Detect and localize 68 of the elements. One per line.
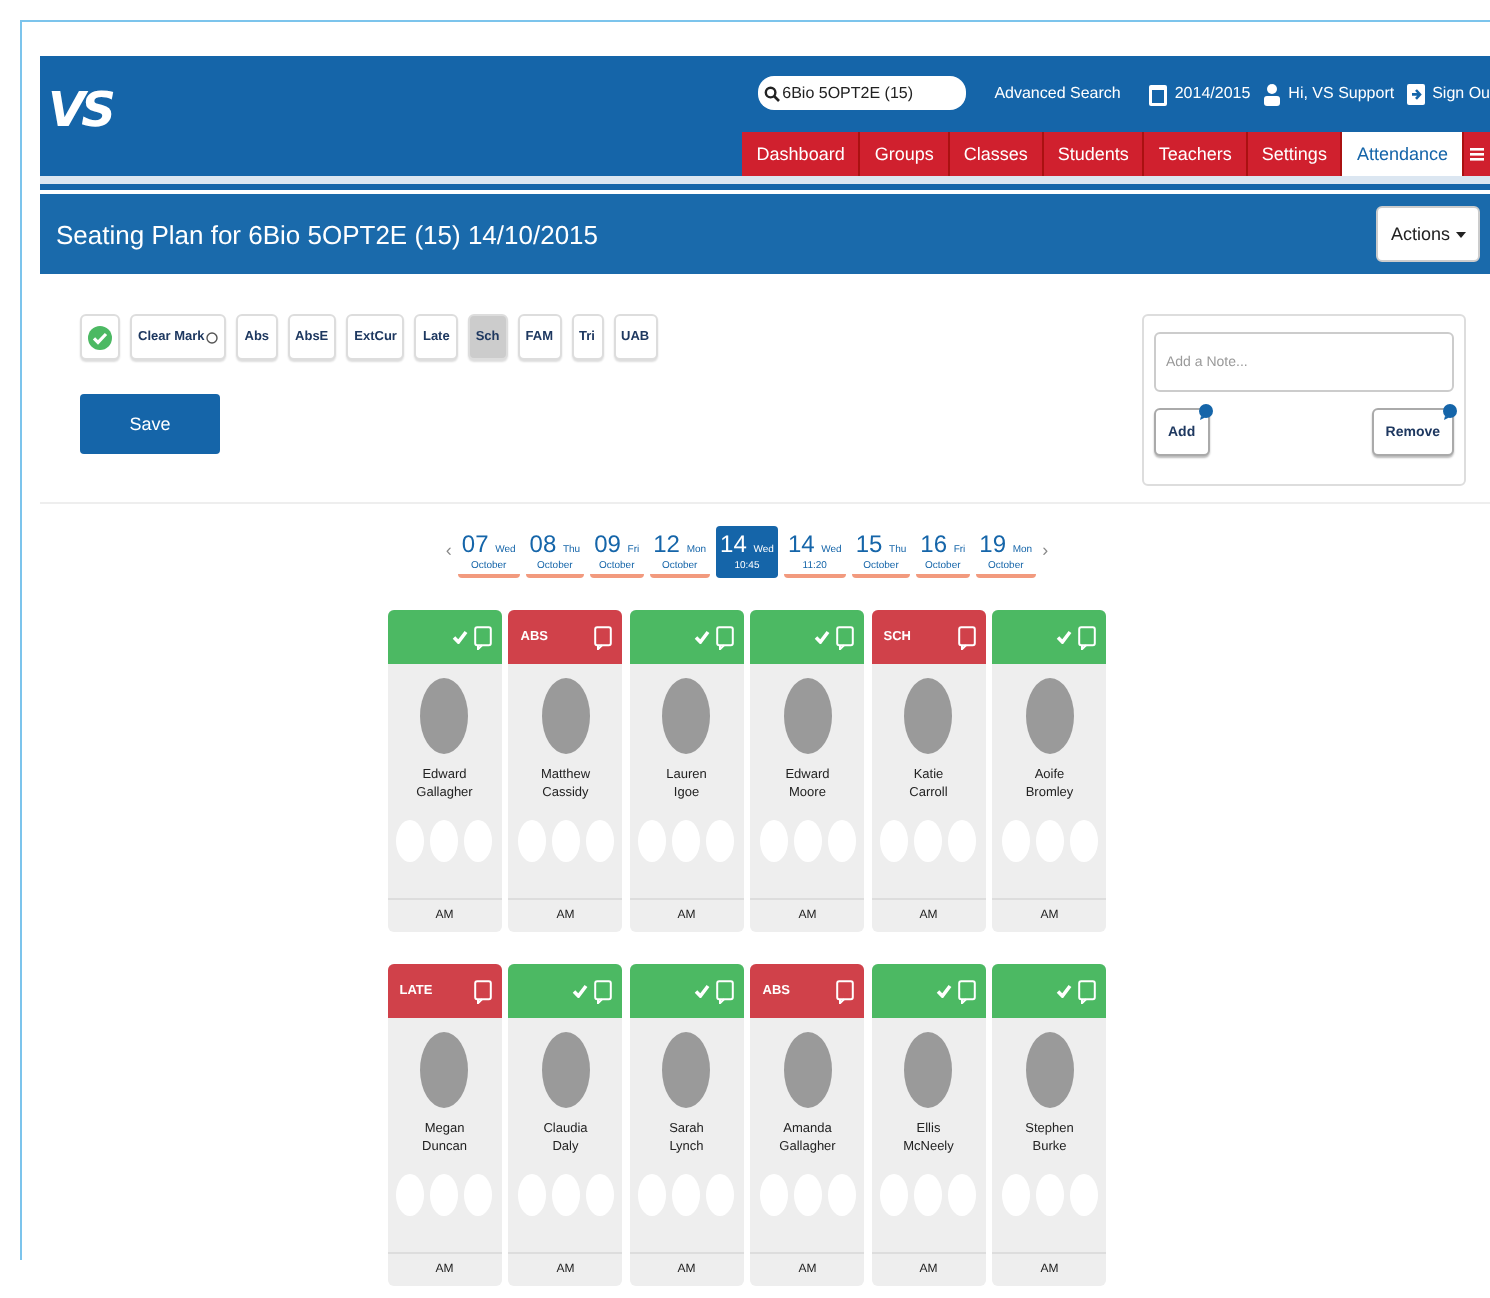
avatar-placeholder bbox=[904, 1032, 953, 1108]
avatar-placeholder bbox=[904, 678, 953, 754]
check-icon bbox=[572, 984, 589, 998]
calendar-icon bbox=[1148, 81, 1169, 105]
actions-button[interactable]: Actions bbox=[1376, 206, 1480, 262]
avatar-placeholder bbox=[1025, 678, 1074, 754]
avatar-placeholder bbox=[783, 678, 832, 754]
check-icon bbox=[451, 630, 468, 644]
next-arrow[interactable]: › bbox=[1042, 540, 1049, 560]
save-button[interactable]: Save bbox=[80, 394, 220, 454]
check-icon bbox=[814, 630, 831, 644]
caret-icon bbox=[1456, 231, 1466, 237]
comment-icon bbox=[957, 625, 976, 649]
avatar-placeholder bbox=[420, 1032, 469, 1108]
comment-icon bbox=[715, 979, 734, 1003]
avatar-placeholder bbox=[662, 1032, 711, 1108]
comment-icon bbox=[473, 625, 492, 649]
year-link[interactable]: 2014/2015 bbox=[1174, 84, 1251, 102]
check-icon bbox=[693, 630, 710, 644]
attendance-bar[interactable] bbox=[992, 964, 1107, 1018]
exit-icon bbox=[1406, 81, 1427, 105]
avatar-placeholder bbox=[541, 678, 590, 754]
check-icon bbox=[1056, 630, 1073, 644]
menu-icon[interactable] bbox=[1464, 132, 1490, 176]
user-icon bbox=[1262, 81, 1283, 105]
nav-tab[interactable]: Attendance bbox=[1342, 132, 1464, 176]
comment-icon bbox=[957, 979, 976, 1003]
attendance-bar[interactable] bbox=[508, 964, 623, 1018]
search-field[interactable]: 6Bio 5OPT2E (15) bbox=[758, 76, 967, 110]
nav-tab[interactable]: Settings bbox=[1247, 132, 1343, 176]
check-circle-icon bbox=[88, 325, 112, 349]
comment-icon bbox=[715, 625, 734, 649]
check-icon bbox=[1056, 984, 1073, 998]
logo[interactable]: VS bbox=[40, 81, 759, 137]
attendance-bar[interactable] bbox=[387, 610, 502, 664]
user-link[interactable]: Hi, VS Support bbox=[1288, 84, 1395, 102]
speech-bubble-icon bbox=[1442, 404, 1458, 420]
check-icon bbox=[935, 984, 952, 998]
advanced-search-link[interactable]: Advanced Search bbox=[994, 84, 1121, 102]
avatar-placeholder bbox=[420, 678, 469, 754]
search-icon bbox=[764, 85, 781, 101]
nav-tab[interactable]: Teachers bbox=[1144, 132, 1248, 176]
nav-tab[interactable]: Groups bbox=[860, 132, 950, 176]
previous-arrow[interactable]: ‹ bbox=[445, 540, 452, 560]
check-icon bbox=[693, 984, 710, 998]
attendance-bar[interactable] bbox=[992, 610, 1107, 664]
speech-bubble-icon bbox=[1197, 404, 1214, 420]
avatar-placeholder bbox=[662, 678, 711, 754]
attendance-bar[interactable] bbox=[750, 610, 865, 664]
nav-tab[interactable]: Students bbox=[1043, 132, 1145, 176]
comment-icon bbox=[1078, 625, 1097, 649]
avatar-placeholder bbox=[783, 1032, 832, 1108]
page-title: Seating Plan for 6Bio 5OPT2E (15) 14/10/2015 bbox=[56, 219, 599, 249]
avatar-placeholder bbox=[541, 1032, 590, 1108]
attendance-bar[interactable] bbox=[629, 610, 744, 664]
attendance-bar[interactable] bbox=[629, 964, 744, 1018]
comment-icon bbox=[473, 979, 492, 1003]
comment-icon bbox=[594, 625, 613, 649]
comment-icon bbox=[594, 979, 613, 1003]
present-mark-button[interactable] bbox=[80, 314, 120, 360]
nav-tab[interactable]: Classes bbox=[949, 132, 1044, 176]
comment-icon bbox=[836, 979, 855, 1003]
comment-icon bbox=[1078, 979, 1097, 1003]
nav-tab[interactable]: Dashboard bbox=[742, 132, 861, 176]
sign-out-link[interactable]: Sign Ou bbox=[1432, 84, 1490, 102]
attendance-bar[interactable] bbox=[871, 964, 986, 1018]
comment-icon bbox=[836, 625, 855, 649]
avatar-placeholder bbox=[1025, 1032, 1074, 1108]
